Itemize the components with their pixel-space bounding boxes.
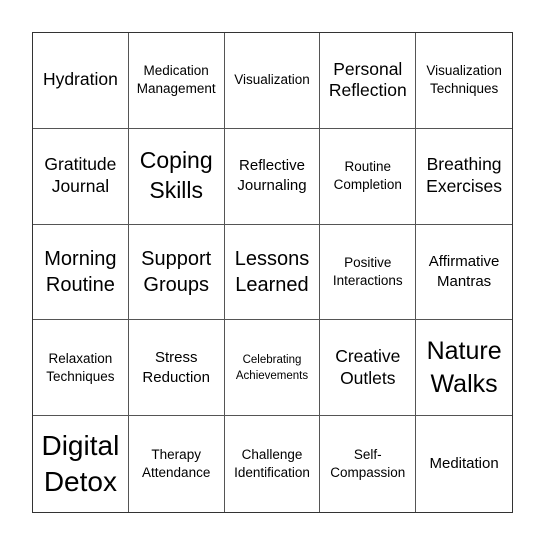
cell-text: Personal Reflection: [328, 58, 407, 101]
cell-text: Morning Routine: [44, 247, 117, 296]
cell-text: Coping Skills: [139, 147, 213, 204]
bingo-cell[interactable]: Visualization Techniques: [416, 33, 512, 129]
bingo-cell[interactable]: Relaxation Techniques: [33, 320, 129, 417]
bingo-cell[interactable]: Nature Walks: [416, 320, 512, 417]
cell-text: Reflective Journaling: [237, 156, 307, 195]
bingo-board: Hydration Medication Management Visualiz…: [32, 32, 513, 513]
bingo-cell[interactable]: Therapy Attendance: [129, 416, 225, 512]
cell-text: Therapy Attendance: [142, 446, 211, 481]
bingo-cell[interactable]: Lessons Learned: [224, 224, 321, 321]
cell-text: Digital Detox: [41, 429, 120, 498]
cell-text: Celebrating Achievements: [235, 353, 309, 382]
cell-text: Medication Management: [136, 63, 216, 97]
cell-text: Meditation: [429, 454, 499, 472]
cell-text: Affirmative Mantras: [428, 252, 500, 290]
cell-text: Visualization: [234, 72, 310, 88]
cell-text: Support Groups: [141, 247, 212, 296]
cell-text: Lessons Learned: [234, 247, 310, 296]
bingo-cell[interactable]: Celebrating Achievements: [224, 320, 321, 417]
cell-text: Relaxation Techniques: [46, 350, 115, 384]
bingo-cell[interactable]: Personal Reflection: [320, 33, 417, 129]
bingo-cell[interactable]: Morning Routine: [33, 224, 129, 321]
cell-text: Challenge Identification: [234, 446, 310, 481]
bingo-cell[interactable]: Digital Detox: [33, 416, 129, 512]
cell-text: Routine Completion: [333, 158, 402, 193]
bingo-cell[interactable]: Medication Management: [128, 33, 225, 129]
bingo-cell[interactable]: Gratitude Journal: [33, 128, 129, 225]
cell-text: Positive Interactions: [332, 254, 403, 288]
bingo-cell[interactable]: Breathing Exercises: [416, 129, 512, 225]
cell-text: Nature Walks: [426, 337, 502, 398]
bingo-cell[interactable]: Stress Reduction: [128, 320, 225, 417]
bingo-cell[interactable]: Hydration: [33, 33, 129, 129]
bingo-cell[interactable]: Affirmative Mantras: [416, 225, 512, 321]
cell-text: Creative Outlets: [335, 345, 401, 388]
bingo-cell[interactable]: Creative Outlets: [320, 320, 417, 417]
bingo-cell[interactable]: Self- Compassion: [320, 416, 417, 512]
cell-text: Self- Compassion: [330, 446, 406, 481]
cell-text: Breathing Exercises: [426, 154, 503, 197]
bingo-cell[interactable]: Reflective Journaling: [224, 128, 321, 225]
bingo-cell[interactable]: Positive Interactions: [320, 224, 417, 321]
cell-text: Gratitude Journal: [44, 154, 117, 197]
bingo-cell[interactable]: Routine Completion: [320, 128, 417, 225]
bingo-cell[interactable]: Support Groups: [128, 224, 225, 321]
bingo-cell[interactable]: Challenge Identification: [225, 416, 321, 512]
bingo-cell[interactable]: Visualization: [224, 33, 321, 129]
bingo-cell[interactable]: Coping Skills: [128, 128, 225, 225]
cell-text: Hydration: [42, 69, 118, 90]
cell-text: Stress Reduction: [142, 348, 210, 386]
cell-text: Visualization Techniques: [426, 63, 502, 97]
bingo-cell[interactable]: Meditation: [416, 416, 512, 512]
